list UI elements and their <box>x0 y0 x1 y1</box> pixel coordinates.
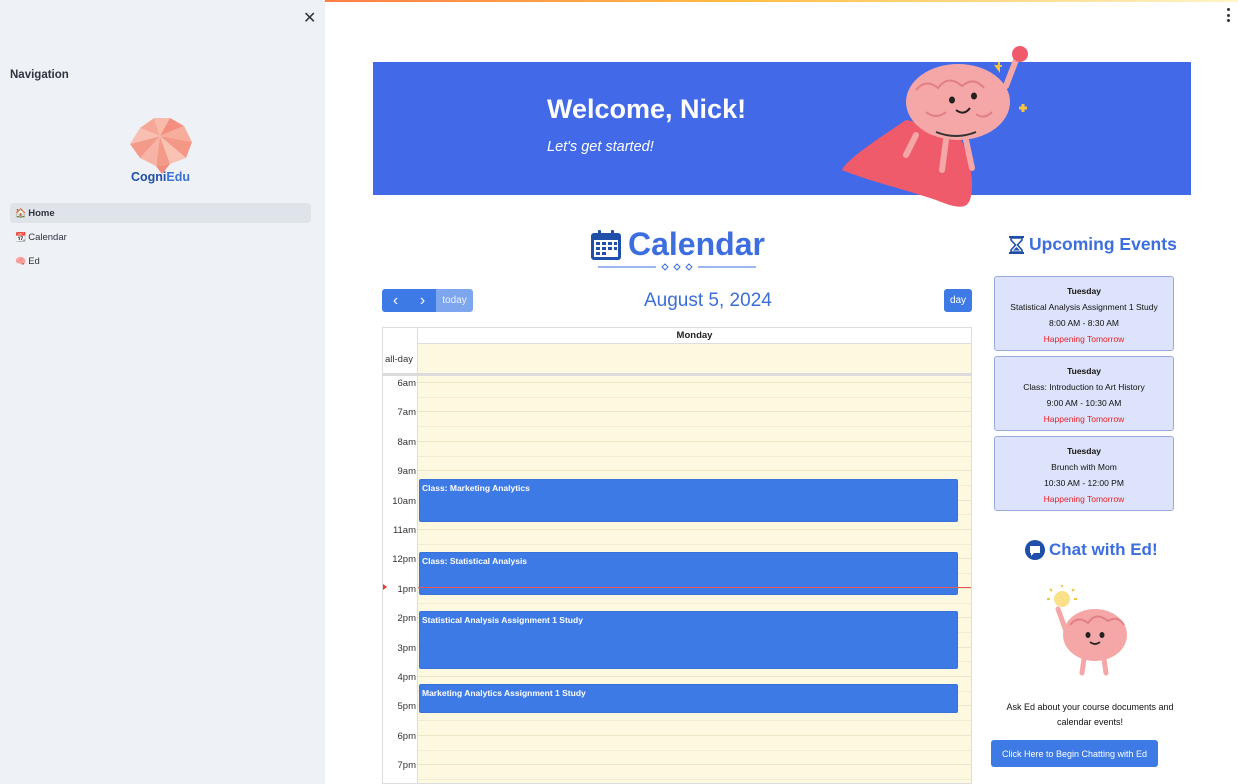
event-name: Class: Introduction to Art History <box>1023 382 1145 392</box>
upcoming-event-card: Tuesday Brunch with Mom 10:30 AM - 12:00… <box>994 436 1174 511</box>
calendar-icon: 📆 <box>15 231 27 242</box>
half-hour-gridline <box>418 720 971 722</box>
house-icon: 🏠 <box>15 207 27 218</box>
half-hour-gridline <box>418 749 971 751</box>
event-day: Tuesday <box>1067 366 1101 376</box>
welcome-subtitle: Let's get started! <box>547 139 654 155</box>
hour-gridline <box>418 470 971 472</box>
current-time-line <box>418 587 971 588</box>
upcoming-events-heading: Upcoming Events <box>1008 234 1177 255</box>
time-label: 9am <box>397 466 416 478</box>
brain-hero-mascot-icon <box>842 46 1028 207</box>
event-day: Tuesday <box>1067 286 1101 296</box>
event-day: Tuesday <box>1067 446 1101 456</box>
event-name: Statistical Analysis Assignment 1 Study <box>1010 302 1158 312</box>
half-hour-gridline <box>418 602 971 604</box>
time-label: 5pm <box>397 701 416 713</box>
today-button[interactable]: today <box>436 289 473 312</box>
chevron-left-icon: ‹ <box>392 291 399 309</box>
calendar-heading: Calendar <box>590 226 765 263</box>
sidebar: ✕ Navigation CogniEdu 🏠 Home 📆 Calendar … <box>0 0 325 784</box>
welcome-title: Welcome, Nick! <box>547 94 747 124</box>
time-label: 10am <box>392 495 416 507</box>
calendar-icon <box>591 229 621 260</box>
time-label: 4pm <box>397 672 416 683</box>
day-view-button[interactable]: day <box>944 289 972 312</box>
event-marketing-analytics-study[interactable]: Marketing Analytics Assignment 1 Study <box>419 684 958 713</box>
allday-separator <box>383 373 971 376</box>
time-label: 1pm <box>397 583 416 595</box>
half-hour-gridline <box>418 543 971 545</box>
sidebar-item-label: Calendar <box>28 231 67 243</box>
half-hour-gridline <box>418 778 971 780</box>
time-label: 6am <box>397 378 416 389</box>
chat-heading: Chat with Ed! <box>1025 540 1158 560</box>
chat-title: Chat with Ed! <box>1049 540 1158 559</box>
event-status: Happening Tomorrow <box>1043 494 1125 504</box>
time-label: 7am <box>397 407 416 419</box>
event-class-marketing-analytics[interactable]: Class: Marketing Analytics <box>419 479 958 522</box>
event-status: Happening Tomorrow <box>1043 414 1125 424</box>
chevron-right-icon: › <box>419 291 426 309</box>
event-time: 10:30 AM - 12:00 PM <box>1044 478 1124 488</box>
decorative-divider <box>598 263 756 271</box>
hour-gridline <box>418 734 971 736</box>
next-day-button[interactable]: › <box>409 289 436 312</box>
chat-description: Ask Ed about your course documents and c… <box>1006 702 1174 727</box>
begin-chat-button[interactable]: Click Here to Begin Chatting with Ed <box>991 740 1158 767</box>
hourglass-icon <box>1009 235 1024 254</box>
brain-icon: 🧠 <box>15 255 27 266</box>
event-class-statistical-analysis[interactable]: Class: Statistical Analysis <box>419 552 958 595</box>
time-label: 11am <box>392 525 416 536</box>
sidebar-item-label: Ed <box>28 255 40 267</box>
event-time: 8:00 AM - 8:30 AM <box>1049 318 1119 328</box>
hour-gridline <box>418 764 971 766</box>
sidebar-item-label: Home <box>28 207 55 219</box>
calendar-date-title: August 5, 2024 <box>644 290 772 311</box>
ed-mascot-icon <box>1047 585 1127 676</box>
time-label: 6pm <box>397 730 416 742</box>
upcoming-event-card: Tuesday Statistical Analysis Assignment … <box>994 276 1174 351</box>
close-sidebar-icon[interactable]: ✕ <box>303 8 316 28</box>
allday-label: all-day <box>385 354 413 365</box>
upcoming-events-title: Upcoming Events <box>1029 234 1177 254</box>
time-label: 8am <box>397 436 416 448</box>
half-hour-gridline <box>418 426 971 428</box>
chat-bubble-icon <box>1025 540 1045 560</box>
calendar-title: Calendar <box>628 226 765 262</box>
time-label: 7pm <box>397 760 416 772</box>
upcoming-event-card: Tuesday Class: Introduction to Art Histo… <box>994 356 1174 431</box>
current-time-arrow <box>383 584 387 590</box>
prev-day-button[interactable]: ‹ <box>382 289 409 312</box>
hour-gridline <box>418 676 971 677</box>
nav-heading: Navigation <box>10 69 69 81</box>
sidebar-item-ed[interactable]: 🧠 Ed <box>10 251 311 271</box>
event-name: Brunch with Mom <box>1051 462 1117 472</box>
welcome-banner <box>373 62 1191 195</box>
logo-text: CogniEdu <box>131 170 191 184</box>
calendar-grid: Monday all-day 6am 7am 8am 9am 10am 11am 12pm 1… <box>382 327 972 784</box>
hour-gridline <box>418 440 971 442</box>
hour-gridline <box>418 382 971 383</box>
sidebar-item-calendar[interactable]: 📆 Calendar <box>10 227 311 247</box>
sidebar-item-home[interactable]: 🏠 Home <box>10 203 311 223</box>
main-menu-icon[interactable] <box>1224 8 1232 22</box>
time-label: 2pm <box>397 613 416 625</box>
day-header: Monday <box>418 328 971 344</box>
event-time: 9:00 AM - 10:30 AM <box>1046 398 1122 408</box>
half-hour-gridline <box>418 396 971 398</box>
half-hour-gridline <box>418 455 971 457</box>
time-label: 3pm <box>397 642 416 654</box>
hour-gridline <box>418 411 971 413</box>
event-status: Happening Tomorrow <box>1043 334 1125 344</box>
time-label: 12pm <box>392 554 416 566</box>
event-statistical-analysis-study[interactable]: Statistical Analysis Assignment 1 Study <box>419 611 958 669</box>
hour-gridline <box>418 529 971 530</box>
